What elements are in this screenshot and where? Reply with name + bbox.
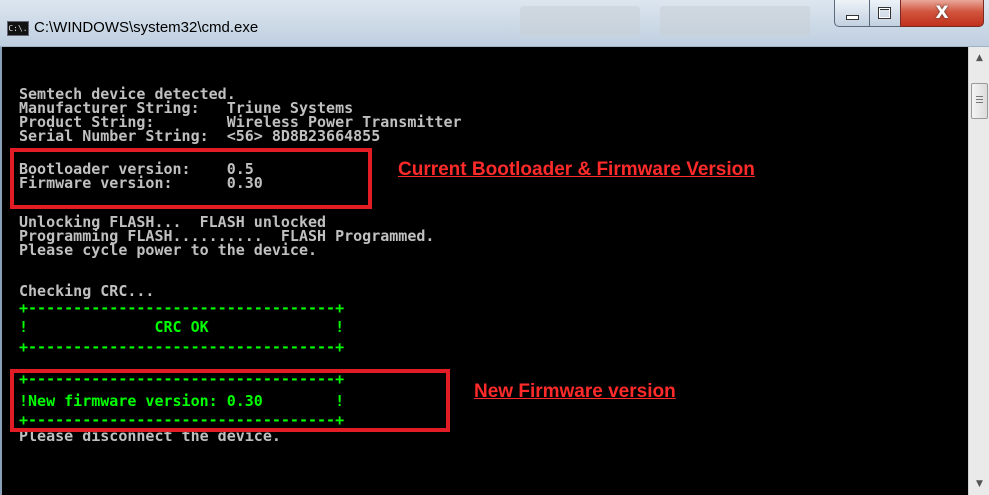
scroll-down-arrow-icon[interactable]: ▼ <box>969 475 989 493</box>
new-version-annotation: New Firmware version <box>474 381 676 402</box>
maximize-icon <box>878 7 891 19</box>
console-line: Checking CRC... <box>19 282 155 300</box>
scroll-up-arrow-icon[interactable]: ▲ <box>969 49 989 67</box>
minimize-icon <box>846 15 859 20</box>
console-output[interactable]: Semtech device detected. Manufacturer St… <box>0 47 970 495</box>
cmd-window: C:\. C:\WINDOWS\system32\cmd.exe X Semte… <box>0 0 989 495</box>
current-version-annotation: Current Bootloader & Firmware Version <box>398 159 755 180</box>
grip-line <box>976 102 983 103</box>
scrollbar-thumb[interactable] <box>971 83 988 119</box>
vertical-scrollbar[interactable]: ▲ ▼ <box>968 47 989 495</box>
window-title: C:\WINDOWS\system32\cmd.exe <box>34 19 259 36</box>
crc-box-border: +----------------------------------+ <box>19 338 345 356</box>
cmd-app-icon[interactable]: C:\. <box>7 21 29 36</box>
close-button[interactable]: X <box>900 0 984 27</box>
maximize-button[interactable] <box>869 0 901 27</box>
background-blur <box>660 6 810 36</box>
console-line: Serial Number String: <56> 8D8B23664855 <box>19 127 381 145</box>
title-bar[interactable]: C:\. C:\WINDOWS\system32\cmd.exe X <box>0 0 989 47</box>
console-line: Please cycle power to the device. <box>19 241 318 259</box>
crc-box-border: +----------------------------------+ <box>19 299 345 317</box>
current-version-highlight <box>10 148 372 209</box>
new-version-highlight <box>10 369 450 432</box>
grip-line <box>976 96 983 97</box>
minimize-button[interactable] <box>834 0 870 27</box>
close-icon: X <box>935 3 949 23</box>
grip-line <box>976 99 983 100</box>
crc-status-line: ! CRC OK ! <box>19 318 345 336</box>
background-blur <box>520 6 640 36</box>
